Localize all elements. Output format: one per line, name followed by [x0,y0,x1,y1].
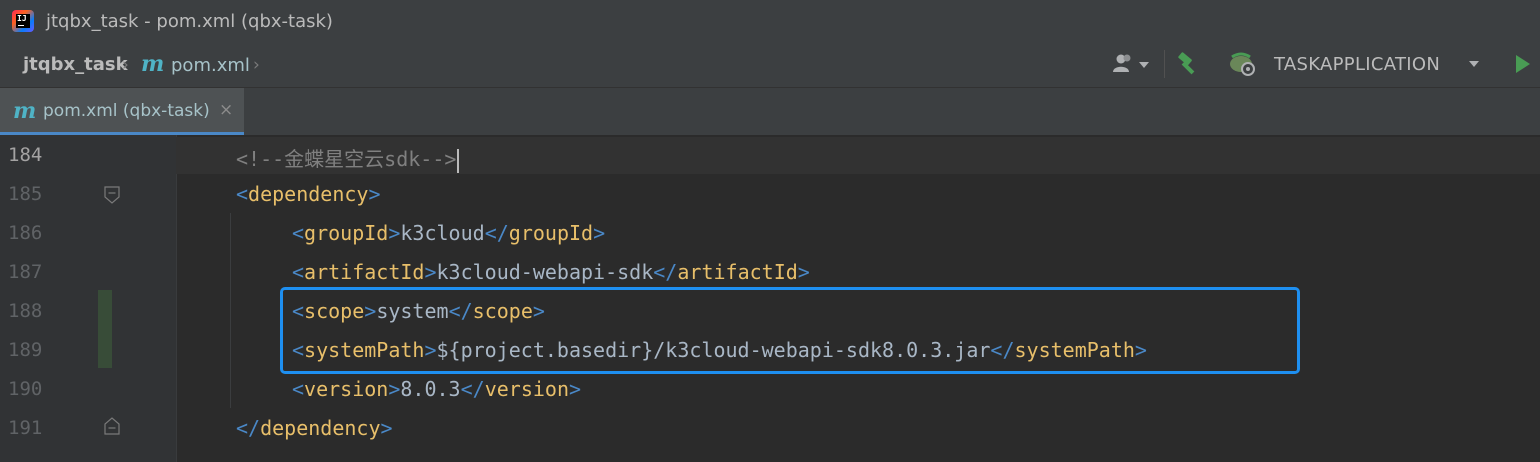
annotation-highlight-box [280,287,1300,374]
run-configuration-selector[interactable]: TASKAPPLICATION [1274,54,1440,75]
window-title: jtqbx_task - pom.xml (qbx-task) [46,11,333,32]
code-text[interactable]: <version>8.0.3</version> [292,377,581,401]
toolbar-separator [1164,50,1165,78]
line-number: 188 [8,300,43,322]
build-hammer-icon[interactable] [1176,51,1200,75]
spring-boot-run-config-icon [1230,52,1255,76]
chevron-down-icon[interactable] [1139,62,1149,68]
tab-pom-xml[interactable]: m pom.xml (qbx-task) × [0,88,244,135]
run-config-dropdown-icon[interactable] [1469,61,1479,67]
breadcrumb-file[interactable]: pom.xml [171,55,250,76]
line-number: 190 [8,378,43,400]
code-text[interactable]: <!--金蝶星空云sdk--> [236,143,460,173]
code-editor[interactable]: 184 <!--金蝶星空云sdk--> 185 <dependency> 186… [0,135,1540,462]
code-text[interactable]: <dependency> [236,182,381,206]
user-account-icon[interactable] [1113,53,1135,73]
line-number: 186 [8,222,43,244]
editor-tab-bar: m pom.xml (qbx-task) × [0,88,1540,135]
code-line: 185 <dependency> [0,175,1540,214]
code-line: 184 <!--金蝶星空云sdk--> [0,136,1540,175]
chevron-right-icon: › [122,55,129,75]
maven-m-icon: m [13,98,37,124]
code-text[interactable]: <artifactId>k3cloud-webapi-sdk</artifact… [292,260,810,284]
line-number: 189 [8,339,43,361]
maven-m-icon: m [141,51,165,77]
line-number: 185 [8,183,43,205]
line-number: 184 [8,144,43,166]
code-text[interactable]: </dependency> [236,416,393,440]
code-text[interactable]: <groupId>k3cloud</groupId> [292,221,605,245]
code-line: 186 <groupId>k3cloud</groupId> [0,214,1540,253]
line-number: 187 [8,261,43,283]
title-bar: IJ jtqbx_task - pom.xml (qbx-task) [0,0,1540,44]
close-icon[interactable]: × [219,100,233,120]
code-line: 190 <version>8.0.3</version> [0,370,1540,409]
intellij-app-icon: IJ [12,10,34,32]
tab-label: pom.xml (qbx-task) [43,101,210,121]
text-caret [457,148,460,173]
breadcrumb-project[interactable]: jtqbx_task [23,54,128,75]
chevron-right-icon: › [253,55,260,75]
line-number: 191 [8,417,43,439]
code-line: 191 </dependency> [0,409,1540,448]
run-icon[interactable] [1516,55,1530,73]
